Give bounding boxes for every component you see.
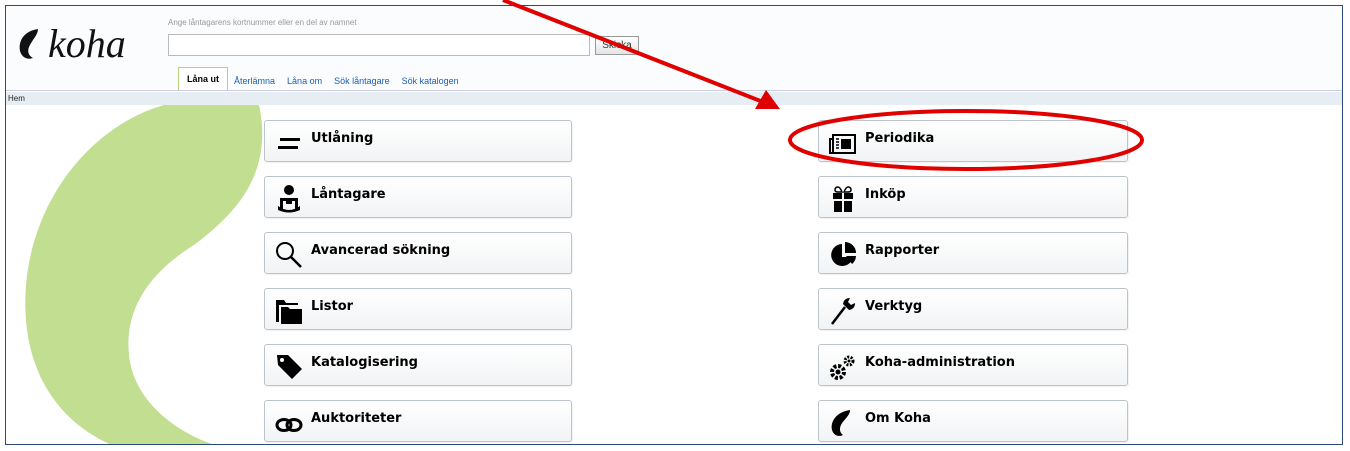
header-tabs: Låna ut Återlämna Låna om Sök låntagare … xyxy=(178,61,465,91)
menu-tools[interactable]: Verktyg xyxy=(818,288,1128,330)
menu-label: Inköp xyxy=(865,187,906,202)
pie-chart-icon xyxy=(827,239,859,271)
menu-label: Om Koha xyxy=(865,411,931,426)
tab-search-patrons[interactable]: Sök låntagare xyxy=(328,71,396,91)
menu-acquisitions[interactable]: Inköp xyxy=(818,176,1128,218)
menu-reports[interactable]: Rapporter xyxy=(818,232,1128,274)
search-hint: Ange låntagarens kortnummer eller en del… xyxy=(168,18,357,27)
tab-checkout[interactable]: Låna ut xyxy=(178,67,229,91)
folders-icon xyxy=(273,295,305,327)
koha-leaf-icon xyxy=(827,407,859,439)
koha-leaf-logo-icon xyxy=(19,28,38,59)
submit-button[interactable]: Skicka xyxy=(595,36,639,55)
menu-label: Låntagare xyxy=(311,187,386,202)
breadcrumb: Hem xyxy=(6,92,1342,105)
menu-label: Auktoriteter xyxy=(311,411,402,426)
patron-search-input[interactable] xyxy=(168,34,590,56)
menu-patrons[interactable]: Låntagare xyxy=(264,176,572,218)
circulation-arrows-icon xyxy=(273,127,305,159)
header: koha Ange låntagarens kortnummer eller e… xyxy=(6,6,1342,91)
menu-authorities[interactable]: Auktoriteter xyxy=(264,400,572,442)
menu-label: Katalogisering xyxy=(311,355,418,370)
tag-icon xyxy=(273,351,305,383)
menu-serials[interactable]: Periodika xyxy=(818,120,1128,162)
menu-label: Periodika xyxy=(865,131,935,146)
menu-label: Koha-administration xyxy=(865,355,1015,370)
tab-search-catalog[interactable]: Sök katalogen xyxy=(396,71,465,91)
magnifier-icon xyxy=(273,239,305,271)
tab-checkin[interactable]: Återlämna xyxy=(228,71,281,91)
menu-cataloging[interactable]: Katalogisering xyxy=(264,344,572,386)
link-chain-icon xyxy=(273,407,305,439)
menu-about-koha[interactable]: Om Koha xyxy=(818,400,1128,442)
wrench-icon xyxy=(827,295,859,327)
breadcrumb-home-link[interactable]: Hem xyxy=(8,94,25,103)
newspaper-icon xyxy=(827,127,859,159)
logo-text: koha xyxy=(48,21,126,66)
menu-koha-administration[interactable]: Koha-administration xyxy=(818,344,1128,386)
koha-logo[interactable]: koha xyxy=(16,20,126,67)
menu-circulation[interactable]: Utlåning xyxy=(264,120,572,162)
menu-label: Utlåning xyxy=(311,131,374,146)
menu-advanced-search[interactable]: Avancerad sökning xyxy=(264,232,572,274)
koha-leaf-decoration xyxy=(25,105,263,444)
gears-icon xyxy=(827,351,859,383)
tab-divider xyxy=(6,90,1342,91)
menu-lists[interactable]: Listor xyxy=(264,288,572,330)
app-window: koha Ange låntagarens kortnummer eller e… xyxy=(5,5,1343,445)
menu-label: Avancerad sökning xyxy=(311,243,451,258)
menu-label: Rapporter xyxy=(865,243,940,258)
gift-icon xyxy=(827,183,859,215)
patron-icon xyxy=(273,183,305,215)
menu-label: Verktyg xyxy=(865,299,923,314)
tab-renew[interactable]: Låna om xyxy=(281,71,328,91)
menu-label: Listor xyxy=(311,299,354,314)
